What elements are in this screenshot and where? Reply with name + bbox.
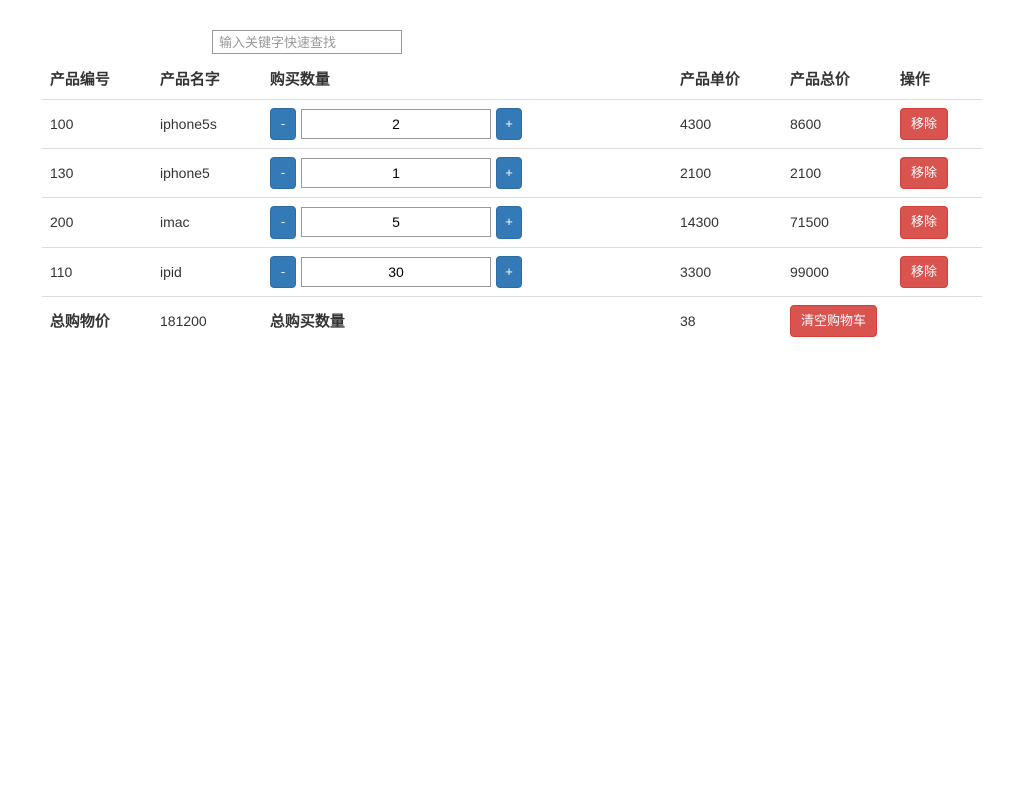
cell-qty: -+ <box>262 100 672 149</box>
qty-group: -+ <box>270 206 522 238</box>
qty-minus-button[interactable]: - <box>270 157 296 189</box>
cell-total: 2100 <box>782 149 892 198</box>
qty-input[interactable] <box>301 109 491 139</box>
qty-minus-button[interactable]: - <box>270 108 296 140</box>
summary-qty-label: 总购买数量 <box>262 296 672 345</box>
header-action: 操作 <box>892 60 982 100</box>
cell-price: 2100 <box>672 149 782 198</box>
clear-cart-button[interactable]: 清空购物车 <box>790 305 877 337</box>
cell-qty: -+ <box>262 247 672 296</box>
qty-plus-button[interactable]: + <box>496 206 522 238</box>
cell-qty: -+ <box>262 149 672 198</box>
summary-qty-value: 38 <box>672 296 782 345</box>
qty-plus-button[interactable]: + <box>496 256 522 288</box>
qty-plus-button[interactable]: + <box>496 157 522 189</box>
cell-total: 99000 <box>782 247 892 296</box>
cell-qty: -+ <box>262 198 672 247</box>
search-input[interactable] <box>212 30 402 54</box>
qty-plus-button[interactable]: + <box>496 108 522 140</box>
qty-input[interactable] <box>301 207 491 237</box>
cell-name: ipid <box>152 247 262 296</box>
cart-table: 产品编号 产品名字 购买数量 产品单价 产品总价 操作 100iphone5s-… <box>42 60 982 345</box>
cell-name: imac <box>152 198 262 247</box>
summary-price-label: 总购物价 <box>42 296 152 345</box>
summary-row: 总购物价 181200 总购买数量 38 清空购物车 <box>42 296 982 345</box>
cell-total: 8600 <box>782 100 892 149</box>
summary-price-value: 181200 <box>152 296 262 345</box>
cell-price: 4300 <box>672 100 782 149</box>
cell-price: 3300 <box>672 247 782 296</box>
qty-group: -+ <box>270 157 522 189</box>
cell-name: iphone5 <box>152 149 262 198</box>
remove-button[interactable]: 移除 <box>900 157 948 189</box>
qty-group: -+ <box>270 108 522 140</box>
cell-action: 移除 <box>892 198 982 247</box>
header-price: 产品单价 <box>672 60 782 100</box>
table-row: 130iphone5-+21002100移除 <box>42 149 982 198</box>
cell-id: 100 <box>42 100 152 149</box>
cell-id: 200 <box>42 198 152 247</box>
cell-name: iphone5s <box>152 100 262 149</box>
qty-input[interactable] <box>301 158 491 188</box>
qty-group: -+ <box>270 256 522 288</box>
remove-button[interactable]: 移除 <box>900 108 948 140</box>
header-id: 产品编号 <box>42 60 152 100</box>
cell-price: 14300 <box>672 198 782 247</box>
table-row: 200imac-+1430071500移除 <box>42 198 982 247</box>
search-wrap <box>212 30 982 54</box>
cell-id: 110 <box>42 247 152 296</box>
remove-button[interactable]: 移除 <box>900 256 948 288</box>
cell-action: 移除 <box>892 149 982 198</box>
cell-action: 移除 <box>892 100 982 149</box>
cart-container: 产品编号 产品名字 购买数量 产品单价 产品总价 操作 100iphone5s-… <box>42 0 982 345</box>
table-row: 110ipid-+330099000移除 <box>42 247 982 296</box>
qty-minus-button[interactable]: - <box>270 206 296 238</box>
header-total: 产品总价 <box>782 60 892 100</box>
cell-total: 71500 <box>782 198 892 247</box>
table-row: 100iphone5s-+43008600移除 <box>42 100 982 149</box>
cell-action: 移除 <box>892 247 982 296</box>
cell-id: 130 <box>42 149 152 198</box>
qty-minus-button[interactable]: - <box>270 256 296 288</box>
remove-button[interactable]: 移除 <box>900 206 948 238</box>
qty-input[interactable] <box>301 257 491 287</box>
header-qty: 购买数量 <box>262 60 672 100</box>
table-header-row: 产品编号 产品名字 购买数量 产品单价 产品总价 操作 <box>42 60 982 100</box>
header-name: 产品名字 <box>152 60 262 100</box>
